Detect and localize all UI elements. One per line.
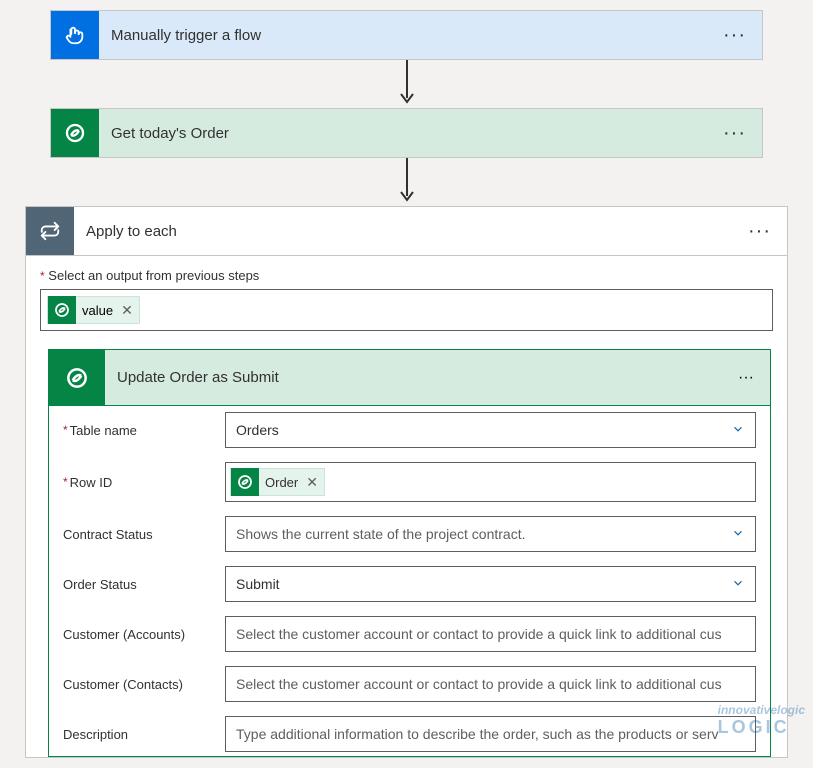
update-menu-button[interactable]: ···: [738, 369, 754, 387]
customer-contacts-input[interactable]: Select the customer account or contact t…: [225, 666, 756, 702]
chevron-down-icon: [731, 526, 745, 543]
get-order-menu-button[interactable]: ···: [723, 122, 746, 145]
order-status-select[interactable]: Submit: [225, 566, 756, 602]
contract-status-select[interactable]: Shows the current state of the project c…: [225, 516, 756, 552]
table-name-select[interactable]: Orders: [225, 412, 756, 448]
chevron-down-icon: [731, 576, 745, 593]
remove-token-button[interactable]: ✕: [121, 302, 133, 319]
apply-to-each-step[interactable]: Apply to each ··· * Select an output fro…: [25, 206, 788, 758]
dataverse-icon: [231, 468, 259, 496]
trigger-title: Manually trigger a flow: [99, 27, 723, 44]
order-status-label: Order Status: [63, 577, 137, 592]
trigger-menu-button[interactable]: ···: [723, 24, 746, 47]
customer-accounts-input[interactable]: Select the customer account or contact t…: [225, 616, 756, 652]
dataverse-icon: [48, 296, 76, 324]
customer-accounts-label: Customer (Accounts): [63, 627, 185, 642]
update-title: Update Order as Submit: [105, 369, 738, 386]
value-token-label: value: [82, 303, 113, 318]
description-label: Description: [63, 727, 128, 742]
order-token-label: Order: [265, 475, 298, 490]
output-label: * Select an output from previous steps: [40, 268, 773, 283]
customer-contacts-label: Customer (Contacts): [63, 677, 183, 692]
loop-icon: [26, 207, 74, 255]
contract-status-label: Contract Status: [63, 527, 153, 542]
touch-icon: [51, 11, 99, 59]
update-order-step[interactable]: Update Order as Submit ··· *Table name O…: [48, 349, 771, 757]
arrow-connector: [0, 60, 813, 108]
get-order-title: Get today's Order: [99, 125, 723, 142]
get-order-step[interactable]: Get today's Order ···: [50, 108, 763, 158]
order-token-chip[interactable]: Order ✕: [230, 468, 325, 496]
apply-title: Apply to each: [74, 223, 748, 240]
dataverse-icon: [51, 109, 99, 157]
table-name-label: Table name: [70, 423, 137, 438]
row-id-label: Row ID: [70, 475, 113, 490]
row-id-input[interactable]: Order ✕: [225, 462, 756, 502]
trigger-step[interactable]: Manually trigger a flow ···: [50, 10, 763, 60]
arrow-connector: [0, 158, 813, 206]
value-token-chip[interactable]: value ✕: [47, 296, 140, 324]
output-token-input[interactable]: value ✕: [40, 289, 773, 331]
remove-token-button[interactable]: ✕: [306, 474, 318, 491]
chevron-down-icon: [731, 422, 745, 439]
dataverse-icon: [49, 350, 105, 406]
description-input[interactable]: Type additional information to describe …: [225, 716, 756, 752]
apply-menu-button[interactable]: ···: [748, 220, 771, 243]
